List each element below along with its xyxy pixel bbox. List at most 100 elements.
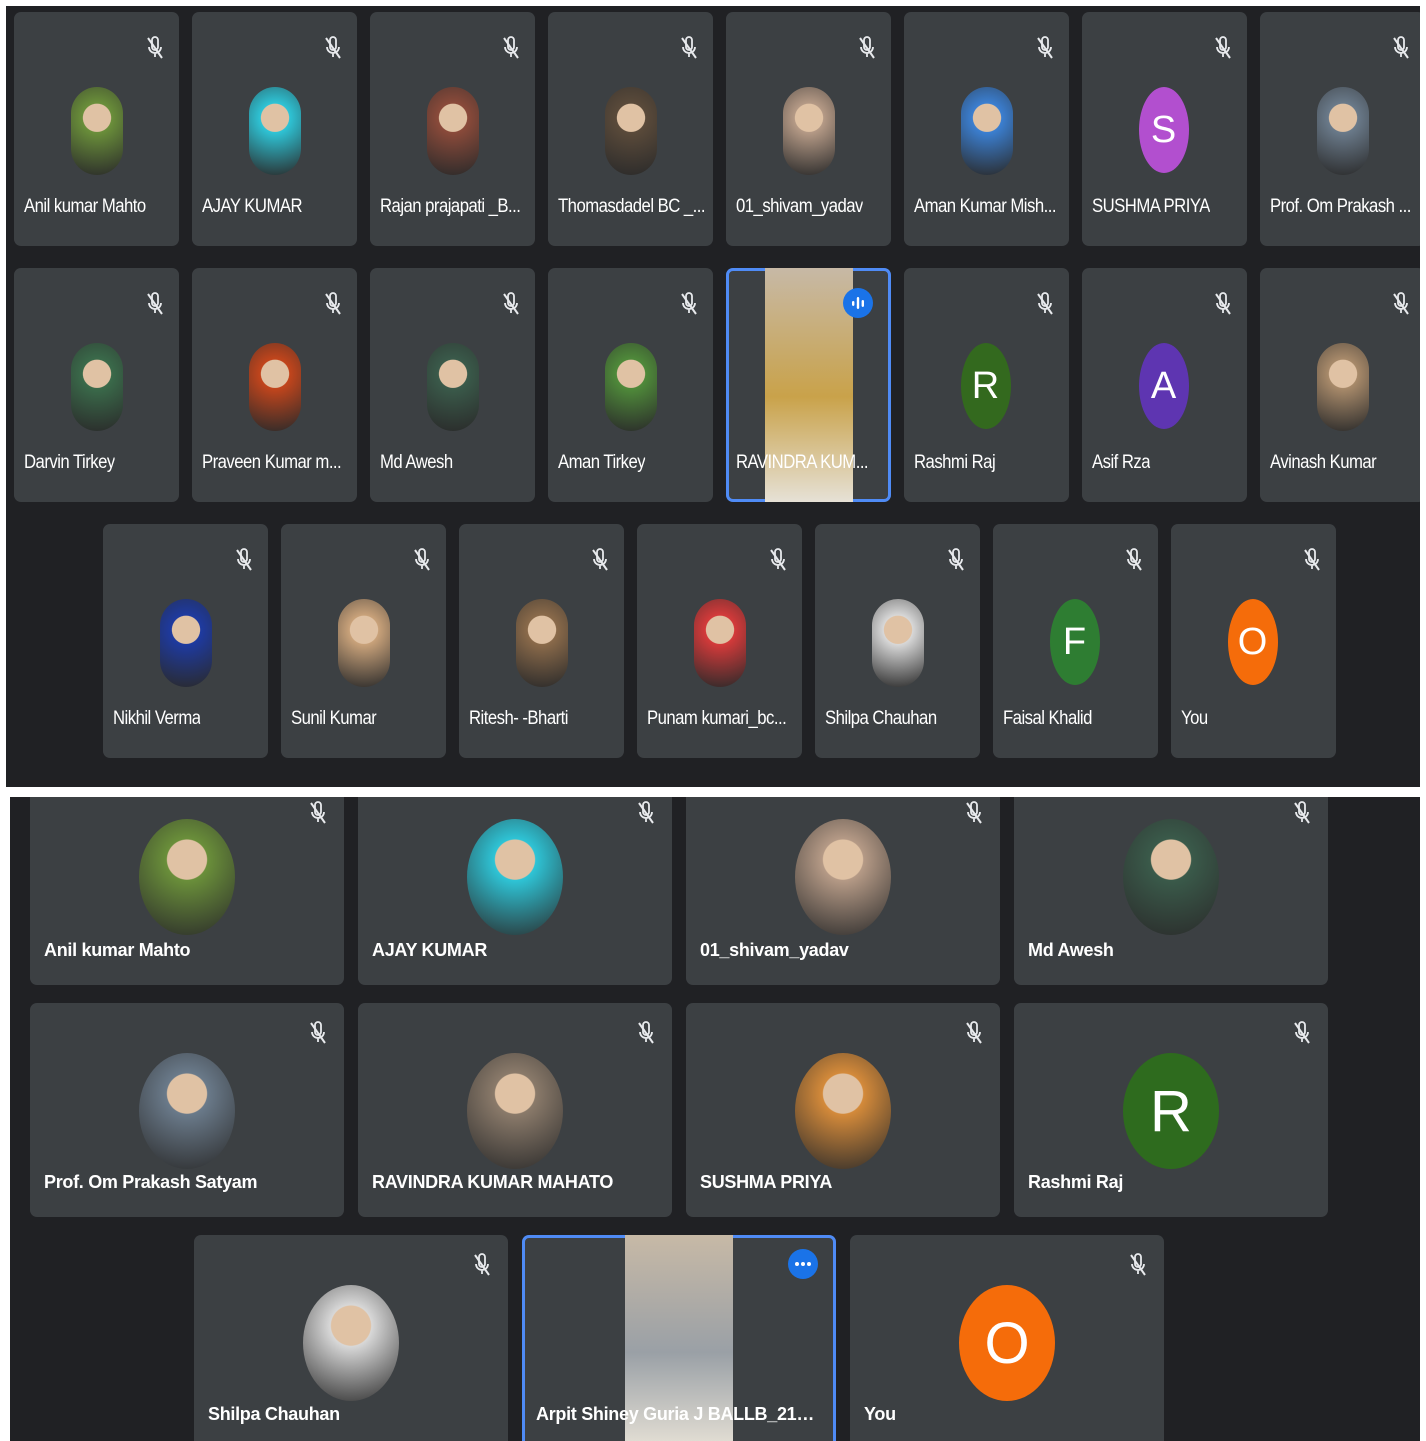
participant-tile[interactable]: Prof. Om Prakash ... xyxy=(1260,12,1420,246)
participant-tile[interactable]: Md Awesh xyxy=(370,268,535,502)
participant-name: Rashmi Raj xyxy=(1028,1172,1124,1192)
participant-tile[interactable]: RAVINDRA KUM... xyxy=(726,268,891,502)
participant-tile[interactable]: R Rashmi Raj xyxy=(1014,1003,1328,1217)
meeting-grid-bottom: Anil kumar Mahto AJAY KUMAR 01_shivam_yada… xyxy=(10,797,1420,1441)
participant-tile[interactable]: 01_shivam_yadav xyxy=(726,12,891,246)
participant-name: 01_shivam_yadav xyxy=(700,940,849,960)
participant-name: Arpit Shiney Guria J BALLB_21_0... xyxy=(536,1404,816,1424)
mic-off-icon xyxy=(1391,292,1411,316)
more-options-icon[interactable] xyxy=(788,1249,818,1279)
avatar xyxy=(693,599,746,687)
avatar xyxy=(248,87,301,175)
avatar xyxy=(1316,343,1369,431)
mic-off-icon xyxy=(145,36,165,60)
participant-name: Avinash Kumar xyxy=(1270,452,1377,473)
participant-name: Asif Rza xyxy=(1092,452,1151,473)
participant-tile[interactable]: F Faisal Khalid xyxy=(993,524,1158,758)
participant-tile[interactable]: Anil kumar Mahto xyxy=(30,797,344,985)
audio-level-icon xyxy=(843,288,873,318)
mic-off-icon xyxy=(679,292,699,316)
participant-name: Prof. Om Prakash ... xyxy=(1270,196,1411,217)
participant-name: Nikhil Verma xyxy=(113,708,201,729)
participant-tile[interactable]: SUSHMA PRIYA xyxy=(686,1003,1000,1217)
participant-name: RAVINDRA KUM... xyxy=(736,452,869,473)
mic-off-icon xyxy=(1213,36,1233,60)
participant-tile[interactable]: Darvin Tirkey xyxy=(14,268,179,502)
avatar xyxy=(139,1053,235,1169)
mic-off-icon xyxy=(1035,36,1055,60)
avatar xyxy=(159,599,212,687)
participant-name: Praveen Kumar m... xyxy=(202,452,342,473)
avatar xyxy=(782,87,835,175)
mic-off-icon xyxy=(946,548,966,572)
participant-name: Shilpa Chauhan xyxy=(825,708,937,729)
mic-off-icon xyxy=(636,801,656,825)
avatar-initial: A xyxy=(1138,343,1189,429)
participant-tile[interactable]: A Asif Rza xyxy=(1082,268,1247,502)
participant-tile[interactable]: RAVINDRA KUMAR MAHATO xyxy=(358,1003,672,1217)
participant-tile[interactable]: O You xyxy=(850,1235,1164,1441)
participant-tile[interactable]: Aman Kumar Mish... xyxy=(904,12,1069,246)
mic-off-icon xyxy=(308,801,328,825)
participant-tile[interactable]: S SUSHMA PRIYA xyxy=(1082,12,1247,246)
avatar xyxy=(139,819,235,935)
avatar-initial: O xyxy=(1227,599,1278,685)
participant-tile[interactable]: Nikhil Verma xyxy=(103,524,268,758)
participant-tile[interactable]: Prof. Om Prakash Satyam xyxy=(30,1003,344,1217)
mic-off-icon xyxy=(590,548,610,572)
participant-tile[interactable]: Anil kumar Mahto xyxy=(14,12,179,246)
participant-tile[interactable]: AJAY KUMAR xyxy=(358,797,672,985)
participant-tile[interactable]: Punam kumari_bc... xyxy=(637,524,802,758)
mic-off-icon xyxy=(501,292,521,316)
avatar-initial: R xyxy=(960,343,1011,429)
participant-name: Faisal Khalid xyxy=(1003,708,1092,729)
mic-off-icon xyxy=(308,1021,328,1045)
participant-name: RAVINDRA KUMAR MAHATO xyxy=(372,1172,614,1192)
participant-name: Punam kumari_bc... xyxy=(647,708,787,729)
participant-tile[interactable]: O You xyxy=(1171,524,1336,758)
participant-tile[interactable]: Ritesh- -Bharti xyxy=(459,524,624,758)
avatar xyxy=(871,599,924,687)
participant-name: AJAY KUMAR xyxy=(372,940,488,960)
avatar xyxy=(604,87,657,175)
participant-tile[interactable]: 01_shivam_yadav xyxy=(686,797,1000,985)
mic-off-icon xyxy=(636,1021,656,1045)
participant-tile[interactable]: Sunil Kumar xyxy=(281,524,446,758)
participant-name: 01_shivam_yadav xyxy=(736,196,863,217)
participant-tile[interactable]: Md Awesh xyxy=(1014,797,1328,985)
participant-name: Md Awesh xyxy=(1028,940,1114,960)
participant-tile[interactable]: Thomasdadel BC _... xyxy=(548,12,713,246)
mic-off-icon xyxy=(679,36,699,60)
mic-off-icon xyxy=(1213,292,1233,316)
participant-name: Thomasdadel BC _... xyxy=(558,196,706,217)
participant-name: SUSHMA PRIYA xyxy=(700,1172,833,1192)
mic-off-icon xyxy=(412,548,432,572)
participant-tile[interactable]: Avinash Kumar xyxy=(1260,268,1420,502)
avatar xyxy=(960,87,1013,175)
avatar xyxy=(604,343,657,431)
mic-off-icon xyxy=(234,548,254,572)
mic-off-icon xyxy=(145,292,165,316)
participant-tile[interactable]: Aman Tirkey xyxy=(548,268,713,502)
participant-name: AJAY KUMAR xyxy=(202,196,303,217)
avatar xyxy=(515,599,568,687)
participant-tile[interactable]: AJAY KUMAR xyxy=(192,12,357,246)
participant-name: Aman Kumar Mish... xyxy=(914,196,1056,217)
participant-name: SUSHMA PRIYA xyxy=(1092,196,1210,217)
participant-name: Rajan prajapati _B... xyxy=(380,196,521,217)
avatar xyxy=(70,343,123,431)
participant-tile[interactable]: Shilpa Chauhan xyxy=(194,1235,508,1441)
participant-tile[interactable]: Praveen Kumar m... xyxy=(192,268,357,502)
mic-off-icon xyxy=(323,292,343,316)
participant-name: Md Awesh xyxy=(380,452,453,473)
participant-name: Shilpa Chauhan xyxy=(208,1404,340,1424)
participant-tile[interactable]: Shilpa Chauhan xyxy=(815,524,980,758)
avatar xyxy=(70,87,123,175)
participant-tile[interactable]: Rajan prajapati _B... xyxy=(370,12,535,246)
participant-tile[interactable]: Arpit Shiney Guria J BALLB_21_0... xyxy=(522,1235,836,1441)
avatar-initial: O xyxy=(959,1285,1055,1401)
participant-tile[interactable]: R Rashmi Raj xyxy=(904,268,1069,502)
mic-off-icon xyxy=(964,1021,984,1045)
mic-off-icon xyxy=(472,1253,492,1277)
participant-name: Aman Tirkey xyxy=(558,452,646,473)
